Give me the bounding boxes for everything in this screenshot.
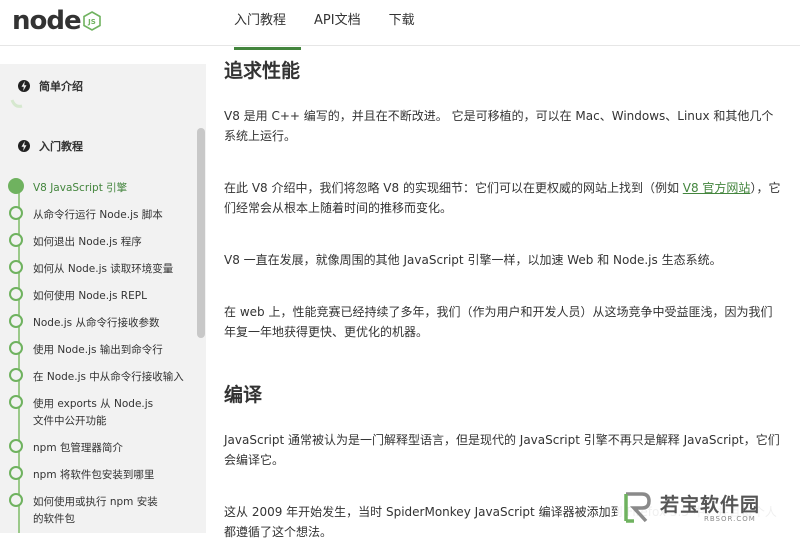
timeline-dot bbox=[9, 395, 23, 409]
sidebar-item-label: V8 JavaScript 引擎 bbox=[33, 182, 128, 194]
timeline-dot bbox=[9, 260, 23, 274]
timeline-dot bbox=[9, 368, 23, 382]
v8-official-site-link[interactable]: V8 官方网站 bbox=[683, 181, 751, 195]
sidebar-item-env-vars[interactable]: 如何从 Node.js 读取环境变量 bbox=[9, 260, 189, 278]
top-header: node JS 入门教程 API文档 下载 bbox=[0, 0, 800, 50]
sidebar-item-label: 从命令行运行 Node.js 脚本 bbox=[33, 209, 163, 221]
paragraph: JavaScript 通常被认为是一门解释型语言，但是现代的 JavaScrip… bbox=[224, 433, 780, 467]
paragraph: V8 是用 C++ 编写的，并且在不断改进。 它是可移植的，可以在 Mac、Wi… bbox=[224, 109, 774, 143]
nav-getting-started[interactable]: 入门教程 bbox=[220, 0, 302, 50]
nav-api-docs[interactable]: API文档 bbox=[300, 0, 375, 46]
nodejs-logo[interactable]: node JS bbox=[12, 6, 101, 36]
sidebar-section-getting-started[interactable]: 入门教程 bbox=[18, 138, 83, 154]
paragraph: 在此 V8 介绍中，我们将忽略 V8 的实现细节：它们可以在更权威的网站上找到（… bbox=[224, 178, 782, 218]
sidebar-item-run-script[interactable]: 从命令行运行 Node.js 脚本 bbox=[9, 206, 189, 224]
paragraph: 在 web 上，性能竞赛已经持续了多年，我们（作为用户和开发人员）从这场竞争中受… bbox=[224, 305, 773, 339]
sidebar-section-intro[interactable]: 简单介绍 bbox=[18, 78, 83, 94]
sidebar-item-label: 使用 exports 从 Node.js 文件中公开功能 bbox=[33, 398, 154, 427]
paragraph: V8 一直在发展，就像周围的其他 JavaScript 引擎一样，以加速 Web… bbox=[224, 253, 722, 267]
sidebar-item-label: Node.js 从命令行接收参数 bbox=[33, 317, 160, 329]
sidebar-item-input[interactable]: 在 Node.js 中从命令行接收输入 bbox=[9, 368, 189, 386]
timeline-dot bbox=[9, 466, 23, 480]
sidebar-item-args[interactable]: Node.js 从命令行接收参数 bbox=[9, 314, 189, 332]
heading-performance: 追求性能 bbox=[224, 60, 301, 82]
timeline-dot bbox=[9, 314, 23, 328]
main-nav: 入门教程 API文档 下载 bbox=[220, 0, 429, 50]
sidebar-item-exports[interactable]: 使用 exports 从 Node.js 文件中公开功能 bbox=[9, 395, 157, 430]
timeline-dot bbox=[9, 439, 23, 453]
timeline-dot bbox=[9, 206, 23, 220]
sidebar-section-label: 简单介绍 bbox=[39, 80, 83, 93]
watermark-text: 若宝软件园 bbox=[660, 494, 761, 516]
timeline-dot bbox=[9, 493, 23, 507]
sidebar-item-repl[interactable]: 如何使用 Node.js REPL bbox=[9, 287, 189, 305]
heading-compilation: 编译 bbox=[224, 384, 263, 406]
sidebar-section-label: 入门教程 bbox=[39, 140, 83, 153]
sidebar-item-npm-intro[interactable]: npm 包管理器简介 bbox=[9, 439, 189, 457]
sidebar-item-v8-engine[interactable]: V8 JavaScript 引擎 bbox=[8, 178, 189, 197]
timeline-dot-active bbox=[8, 178, 24, 194]
sidebar-item-label: npm 将软件包安装到哪里 bbox=[33, 469, 155, 481]
logo-badge-text: JS bbox=[87, 18, 96, 26]
sidebar-item-output[interactable]: 使用 Node.js 输出到命令行 bbox=[9, 341, 189, 359]
sidebar-item-label: 在 Node.js 中从命令行接收输入 bbox=[33, 371, 184, 383]
timeline-dot bbox=[9, 233, 23, 247]
sidebar-item-npm-install-location[interactable]: npm 将软件包安装到哪里 bbox=[9, 466, 189, 484]
sidebar-item-label: 如何退出 Node.js 程序 bbox=[33, 236, 142, 248]
timeline-dot bbox=[9, 341, 23, 355]
sidebar-item-label: 如何从 Node.js 读取环境变量 bbox=[33, 263, 174, 275]
paragraph-text: 在此 V8 介绍中，我们将忽略 V8 的实现细节：它们可以在更权威的网站上找到（… bbox=[224, 181, 683, 195]
collapsed-indicator-icon bbox=[10, 99, 23, 108]
sidebar-item-label: 使用 Node.js 输出到命令行 bbox=[33, 344, 163, 356]
bolt-icon bbox=[18, 80, 30, 92]
sidebar-item-label: 如何使用或执行 npm 安装的软件包 bbox=[33, 496, 158, 525]
watermark-logo-icon bbox=[624, 492, 651, 523]
bolt-icon bbox=[18, 140, 30, 152]
sidebar-item-npm-use-packages[interactable]: 如何使用或执行 npm 安装的软件包 bbox=[9, 493, 159, 528]
logo-text: node bbox=[12, 6, 82, 36]
nav-download[interactable]: 下载 bbox=[375, 0, 429, 46]
timeline-dot bbox=[9, 287, 23, 301]
sidebar-item-exit[interactable]: 如何退出 Node.js 程序 bbox=[9, 233, 189, 251]
sidebar-item-label: npm 包管理器简介 bbox=[33, 442, 123, 454]
sidebar-scroll-thumb[interactable] bbox=[197, 128, 205, 338]
watermark: 若宝软件园 RBSOR.COM bbox=[618, 488, 788, 528]
watermark-subtext: RBSOR.COM bbox=[704, 515, 756, 523]
sidebar-item-label: 如何使用 Node.js REPL bbox=[33, 290, 147, 302]
js-hexagon-icon: JS bbox=[82, 11, 101, 31]
